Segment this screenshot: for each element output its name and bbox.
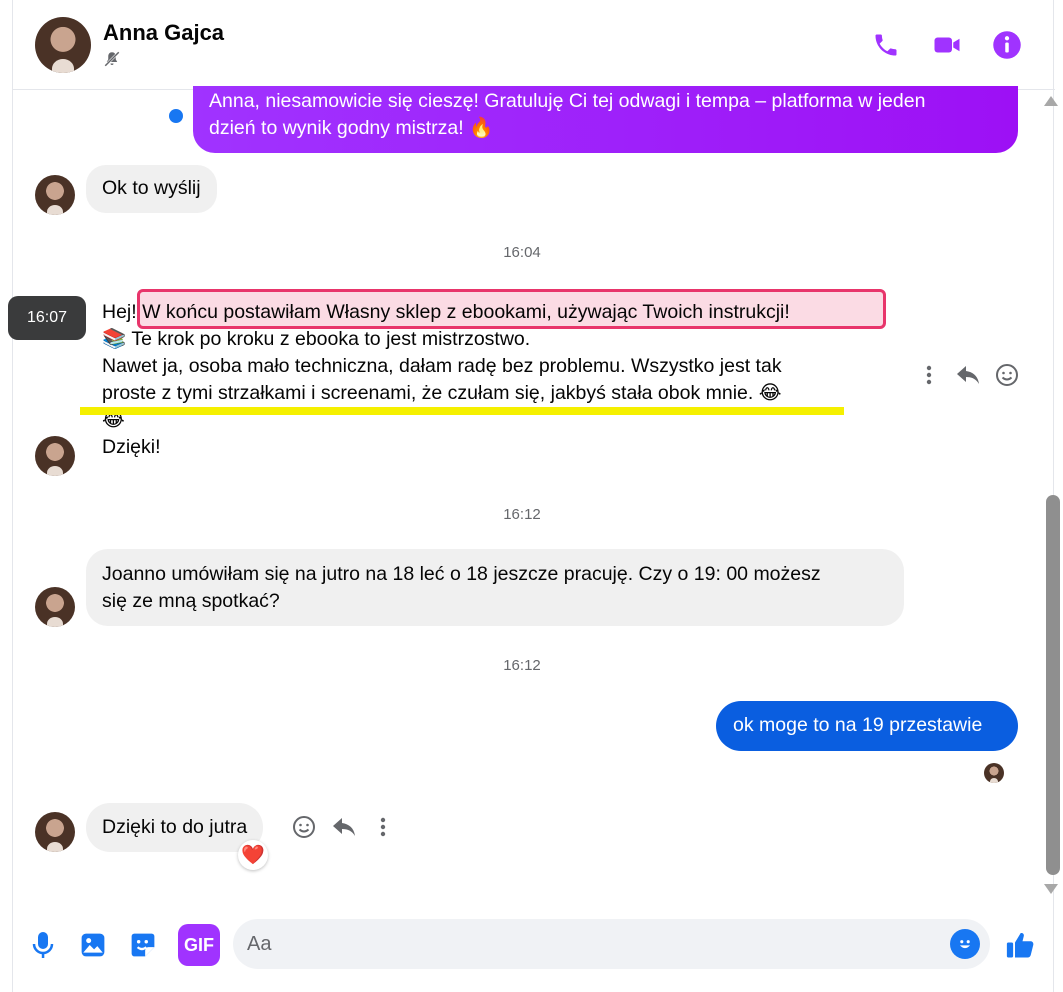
hover-time-tooltip: 16:07 — [8, 296, 86, 340]
reply-button[interactable] — [954, 361, 982, 389]
unread-indicator — [169, 109, 183, 123]
sticker-icon — [131, 933, 155, 957]
timestamp: 16:12 — [503, 657, 541, 674]
message-bubble-outgoing[interactable]: Anna, niesamowicie się cieszę! Gratuluję… — [193, 86, 1018, 153]
reaction-heart[interactable]: ❤️ — [238, 840, 268, 870]
scroll-up-arrow[interactable] — [1044, 96, 1058, 106]
message-text-block: Hej! W końcu postawiłam Własny sklep z e… — [102, 299, 892, 461]
seen-receipt-avatar — [984, 763, 1004, 783]
message-bubble-incoming[interactable]: Ok to wyślij — [86, 165, 217, 213]
gif-button[interactable]: GIF — [178, 924, 220, 966]
microphone-icon — [32, 932, 54, 958]
video-call-button[interactable] — [930, 28, 964, 62]
message-line: Dzięki! — [102, 436, 161, 458]
like-button[interactable] — [1002, 925, 1038, 965]
more-options-button[interactable] — [369, 813, 397, 841]
message-text: Ok to wyślij — [102, 177, 201, 199]
more-vertical-icon — [380, 817, 386, 837]
info-icon — [993, 31, 1021, 59]
message-input[interactable] — [247, 931, 937, 957]
voice-clip-button[interactable] — [25, 925, 61, 965]
call-button[interactable] — [869, 28, 903, 62]
emoji-button[interactable] — [950, 929, 980, 959]
more-options-button[interactable] — [915, 361, 943, 389]
message-text: Dzięki to do jutra — [102, 816, 248, 838]
scrollbar-thumb[interactable] — [1046, 495, 1060, 875]
reply-button[interactable] — [330, 813, 358, 841]
timestamp: 16:04 — [503, 244, 541, 261]
contact-avatar-small[interactable] — [35, 587, 75, 627]
smiley-icon — [996, 364, 1018, 386]
highlight-underline — [80, 407, 844, 415]
smiley-icon — [293, 816, 315, 838]
contact-avatar-small[interactable] — [35, 436, 75, 476]
sticker-button[interactable] — [125, 925, 161, 965]
message-line: Hej! W końcu postawiłam Własny sklep z e… — [102, 301, 790, 323]
conversation-info-button[interactable] — [990, 28, 1024, 62]
message-line: się ze mną spotkać? — [102, 590, 280, 612]
scroll-down-arrow[interactable] — [1044, 884, 1058, 894]
video-icon — [934, 37, 960, 53]
chat-header: Anna Gajca — [13, 0, 1055, 90]
message-line: Joanno umówiłam się na jutro na 18 leć o… — [102, 563, 821, 585]
timestamp: 16:12 — [503, 506, 541, 523]
message-line: dzień to wynik godny mistrza! 🔥 — [209, 117, 494, 139]
message-line: Anna, niesamowicie się cieszę! Gratuluję… — [209, 90, 926, 112]
message-bubble-outgoing[interactable]: ok moge to na 19 przestawie — [716, 701, 1018, 751]
contact-avatar-small[interactable] — [35, 812, 75, 852]
reply-icon — [333, 818, 355, 836]
phone-icon — [875, 34, 897, 56]
contact-avatar-small[interactable] — [35, 175, 75, 215]
message-text: ok moge to na 19 przestawie — [733, 714, 983, 736]
message-line: Nawet ja, osoba mało techniczna, dałam r… — [102, 355, 782, 377]
gif-icon: GIF — [184, 934, 214, 955]
react-button[interactable] — [290, 813, 318, 841]
contact-avatar[interactable] — [35, 17, 91, 73]
more-vertical-icon — [926, 365, 932, 385]
reply-icon — [957, 366, 979, 384]
attach-image-button[interactable] — [75, 925, 111, 965]
message-bubble-incoming[interactable]: Dzięki to do jutra — [86, 803, 264, 852]
react-button[interactable] — [993, 361, 1021, 389]
message-line: 📚 Te krok po kroku z ebooka to jest mist… — [102, 328, 531, 350]
image-icon — [81, 933, 105, 957]
thumbs-up-icon — [1006, 932, 1034, 958]
bell-slash-icon — [104, 51, 120, 67]
emoji-icon — [959, 940, 971, 949]
message-line: proste z tymi strzałkami i screenami, że… — [102, 382, 782, 404]
message-composer: GIF — [12, 905, 1054, 985]
message-input-wrapper[interactable] — [233, 919, 990, 969]
message-bubble-incoming[interactable]: Joanno umówiłam się na jutro na 18 leć o… — [86, 549, 904, 626]
contact-name[interactable]: Anna Gajca — [103, 20, 224, 46]
